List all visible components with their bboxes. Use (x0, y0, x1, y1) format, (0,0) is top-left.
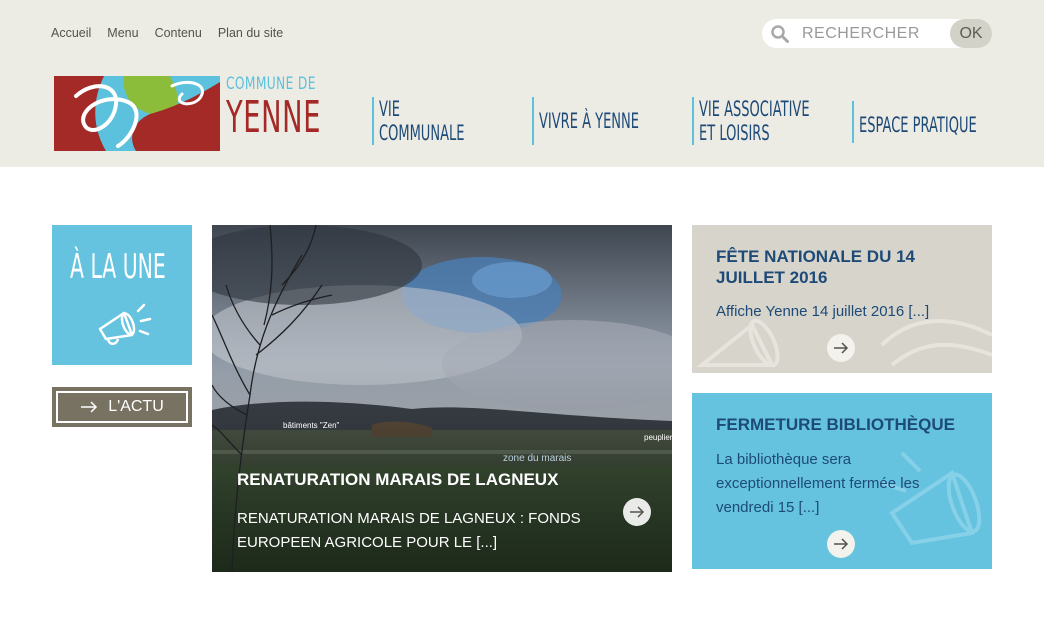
logo-line-yenne: YENNE (226, 92, 322, 143)
actu-button[interactable]: L'ACTU (52, 387, 192, 427)
card-title[interactable]: FERMETURE BIBLIOTHÈQUE (716, 414, 986, 435)
utility-link-contenu[interactable]: Contenu (155, 26, 202, 40)
read-more-arrow-icon[interactable] (826, 529, 856, 559)
photo-annotation-buildings: bâtiments "Zen" (283, 421, 340, 430)
logo-graphic[interactable] (54, 76, 220, 151)
photo-annotation-poplar: peuplier (644, 433, 672, 442)
megaphone-icon (98, 303, 152, 345)
featured-article[interactable]: bâtiments "Zen" peuplier zone du marais … (212, 225, 672, 572)
a-la-une-title: À LA UNE (70, 247, 166, 287)
nav-vivre-a-yenne[interactable]: VIVRE À YENNE (532, 97, 700, 145)
utility-link-plan-du-site[interactable]: Plan du site (218, 26, 283, 40)
news-card-fete-nationale[interactable]: FÊTE NATIONALE DU 14 JUILLET 2016 Affich… (692, 225, 992, 373)
featured-excerpt: RENATURATION MARAIS DE LAGNEUX : FONDS E… (237, 510, 581, 551)
news-card-fermeture-bibliotheque[interactable]: FERMETURE BIBLIOTHÈQUE La bibliothèque s… (692, 393, 992, 569)
site-header: Accueil Menu Contenu Plan du site OK COM… (0, 0, 1044, 167)
arrow-right-icon (81, 401, 98, 413)
utility-link-accueil[interactable]: Accueil (51, 26, 91, 40)
actu-button-label: L'ACTU (108, 398, 164, 415)
search-form: OK (762, 19, 992, 48)
a-la-une-tile: À LA UNE (52, 225, 192, 365)
utility-nav: Accueil Menu Contenu Plan du site (51, 26, 283, 40)
nav-espace-pratique[interactable]: ESPACE PRATIQUE (852, 101, 1044, 143)
nav-label-line2: ET LOISIRS (699, 121, 770, 145)
read-more-arrow-icon[interactable] (826, 333, 856, 363)
card-excerpt: Affiche Yenne 14 juillet 2016 [...] (716, 303, 930, 320)
search-submit-button[interactable]: OK (950, 19, 992, 48)
logo-line-commune: COMMUNE DE (226, 74, 316, 94)
nav-label: VIVRE À YENNE (539, 109, 640, 133)
featured-title[interactable]: RENATURATION MARAIS DE LAGNEUX (237, 470, 558, 490)
logo-text[interactable]: COMMUNE DE YENNE (226, 74, 379, 142)
actu-button-frame: L'ACTU (56, 391, 188, 423)
nav-label-line2: COMMUNALE (379, 121, 465, 145)
nav-label-line1: VIE ASSOCIATIVE (699, 97, 810, 121)
read-more-arrow-icon[interactable] (622, 497, 652, 527)
nav-label: ESPACE PRATIQUE (859, 113, 977, 137)
search-input[interactable] (802, 22, 942, 45)
nav-vie-communale[interactable]: VIE COMMUNALE (372, 97, 517, 145)
search-icon (771, 25, 789, 43)
nav-vie-associative[interactable]: VIE ASSOCIATIVE ET LOISIRS (692, 97, 877, 145)
card-excerpt: La bibliothèque sera exceptionnellement … (716, 451, 920, 516)
utility-link-menu[interactable]: Menu (107, 26, 138, 40)
nav-label-line1: VIE (379, 97, 400, 121)
card-title[interactable]: FÊTE NATIONALE DU 14 JUILLET 2016 (716, 246, 976, 288)
photo-annotation-marsh: zone du marais (503, 453, 572, 464)
